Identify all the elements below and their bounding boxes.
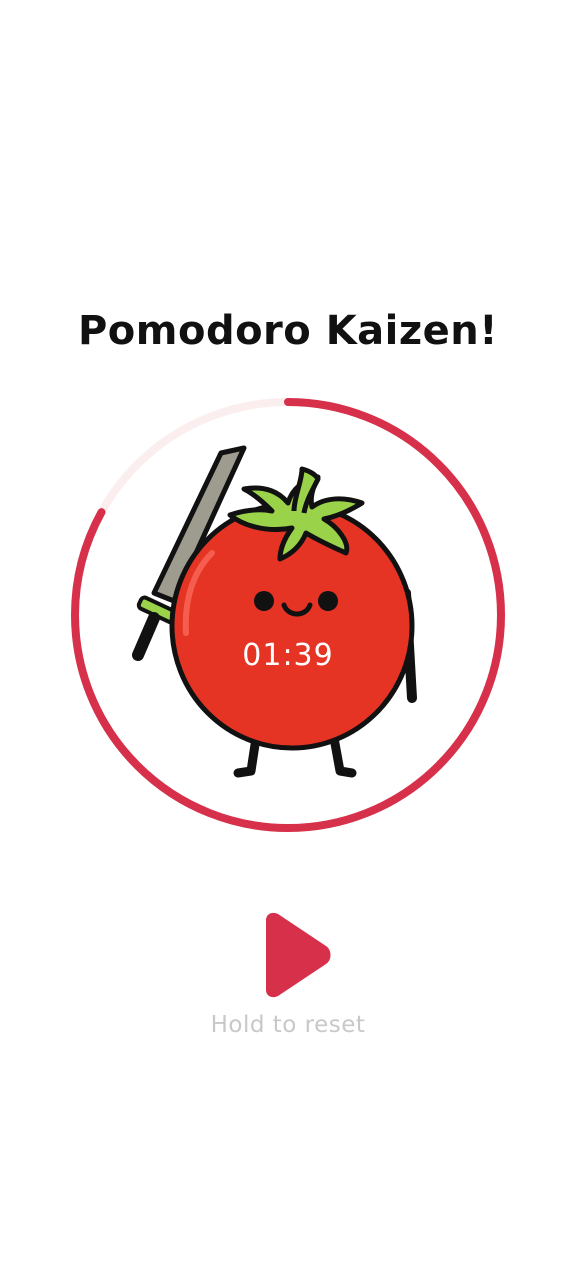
timer-dial[interactable] <box>66 393 510 837</box>
hold-to-reset-hint: Hold to reset <box>210 1012 366 1038</box>
page-title: Pomodoro Kaizen! <box>77 308 499 354</box>
play-button[interactable] <box>252 910 336 1000</box>
tomato-samurai-mascot-icon <box>132 445 417 778</box>
time-remaining: 01:39 <box>242 638 334 673</box>
play-icon <box>266 912 331 998</box>
